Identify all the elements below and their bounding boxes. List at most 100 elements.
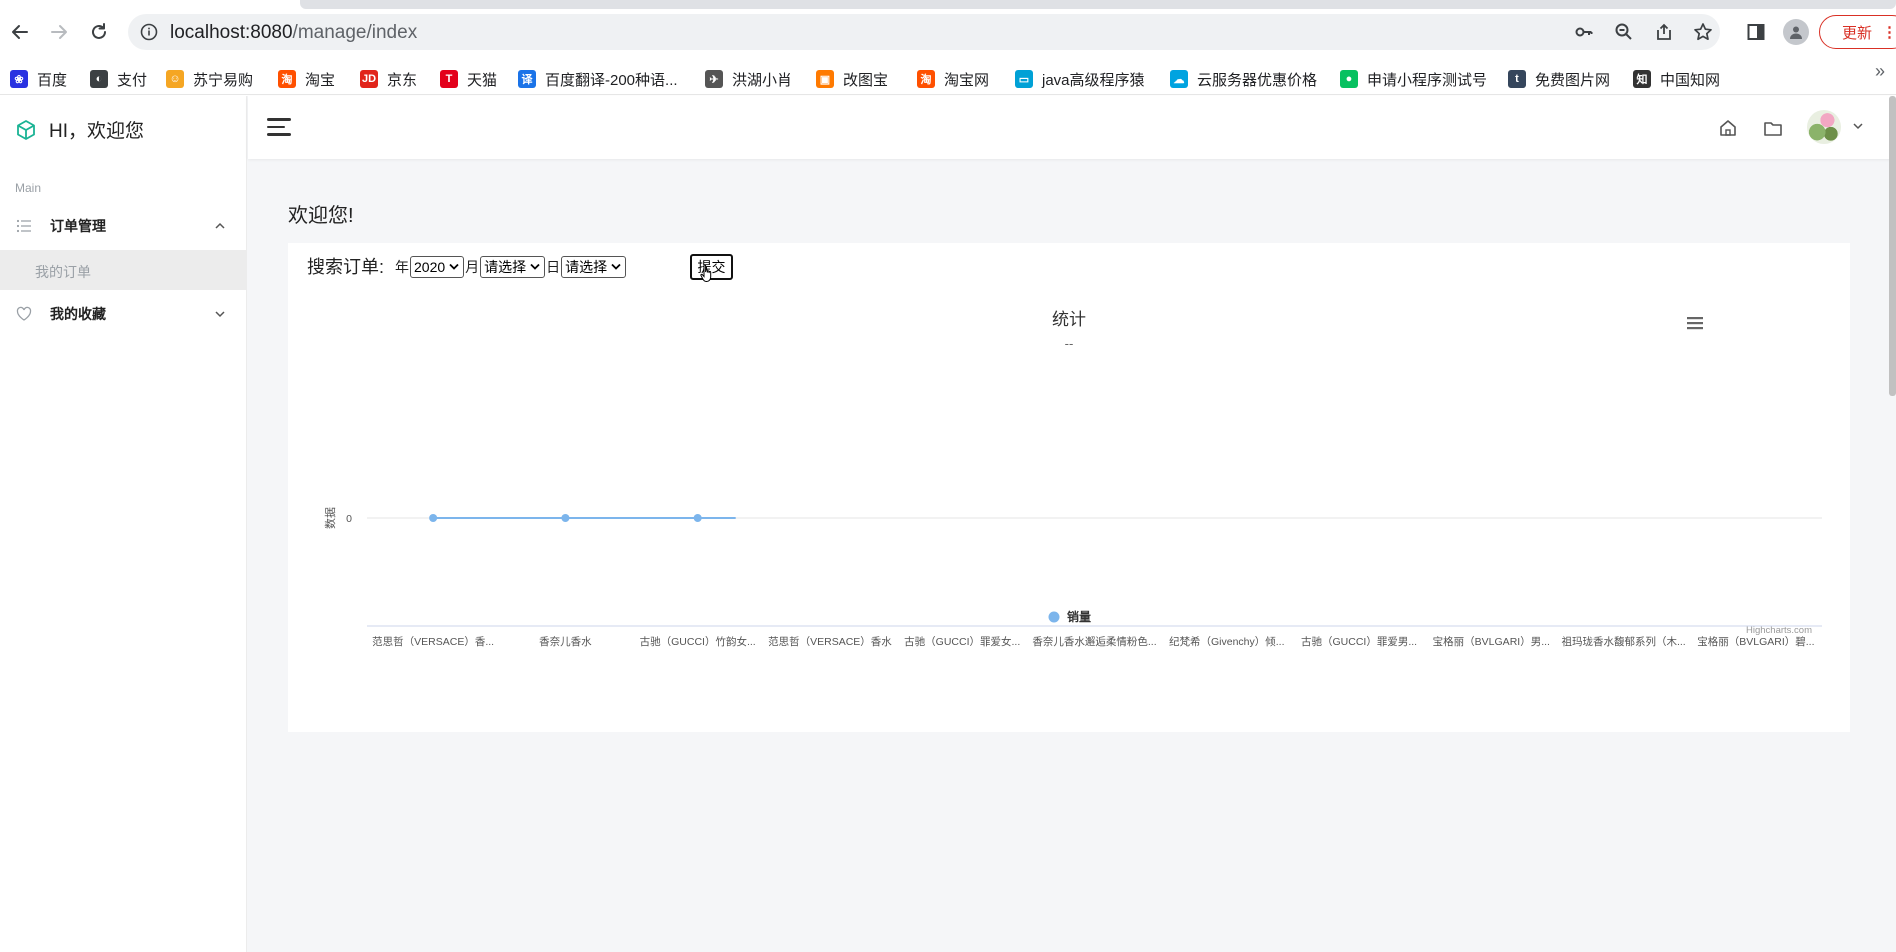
data-point[interactable] <box>693 514 702 522</box>
y-axis-label: 数据 <box>323 507 337 529</box>
zoom-icon[interactable] <box>1613 21 1635 43</box>
bookmark-label: 改图宝 <box>843 71 889 89</box>
profile-avatar-icon <box>1783 19 1809 45</box>
bookmark-item[interactable]: 知中国知网 <box>1633 68 1720 90</box>
chevron-up-icon <box>215 222 225 229</box>
bookmark-item[interactable]: ❀ 百度 <box>10 68 67 90</box>
x-tick-label: 古驰（GUCCI）竹韵女... <box>640 635 756 648</box>
bookmark-item[interactable]: ▣ 改图宝 <box>816 68 888 90</box>
brand-title: HI，欢迎您 <box>49 121 145 142</box>
gaitubao-icon: ▣ <box>816 70 834 88</box>
key-icon[interactable] <box>1573 21 1595 43</box>
bookmark-label: 云服务器优惠价格 <box>1197 71 1318 89</box>
bookmark-label: 百度翻译-200种语... <box>545 71 678 89</box>
sidebar-item-label: 我的收藏 <box>50 306 106 322</box>
chart-subtitle: -- <box>1065 336 1074 351</box>
x-tick-label: 香奈儿香水 <box>539 635 592 648</box>
bookmark-label: 免费图片网 <box>1535 71 1611 89</box>
chevron-down-icon[interactable] <box>1852 120 1864 132</box>
arrow-left-icon <box>12 25 28 39</box>
x-tick-label: 纪梵希（Givenchy）倾... <box>1169 635 1285 648</box>
cnki-icon: 知 <box>1633 70 1651 88</box>
top-header <box>248 96 1896 159</box>
bookmark-item[interactable]: ● 申请小程序测试号 <box>1340 68 1487 90</box>
side-panel-icon[interactable] <box>1742 18 1770 46</box>
sidebar-subitem-label: 我的订单 <box>35 264 91 280</box>
app-root: HI，欢迎您 Main 订单管理 我的订单 我的收藏 欢迎您! 搜索订单: 年 … <box>0 96 1896 952</box>
bookmark-label: 百度 <box>37 71 68 89</box>
translate-icon: 译 <box>518 70 536 88</box>
menu-toggle-icon[interactable] <box>267 118 291 136</box>
bookmark-item[interactable]: ✈ 洪湖小肖 <box>705 68 792 90</box>
x-tick-label: 宝格丽（BVLGARI）碧... <box>1697 635 1814 648</box>
bookmark-item[interactable]: 淘淘宝网 <box>917 68 989 90</box>
chevron-down-icon <box>215 311 225 318</box>
forward-button[interactable] <box>45 18 73 46</box>
x-tick-label: 范思哲（VERSACE）香... <box>372 635 494 648</box>
legend-item-label: 销量 <box>1067 609 1091 624</box>
update-button[interactable]: 更新 ⋮ <box>1819 15 1896 49</box>
bookmark-label: 支付 <box>117 71 148 89</box>
list-icon <box>16 219 31 233</box>
bookmarks-bar: ❀ 百度 ◐ 支付 ☺ 苏宁易购淘淘宝 JD 京东 T 天猫译百度翻译-200种语... ✈ 洪湖小肖… <box>0 61 1896 95</box>
sidebar-item-order-management[interactable]: 订单管理 <box>0 206 247 246</box>
bookmarks-overflow-icon[interactable]: » <box>1875 61 1885 82</box>
user-avatar[interactable] <box>1807 110 1841 144</box>
share-icon[interactable] <box>1653 21 1675 43</box>
address-bar[interactable]: localhost:8080/manage/index <box>128 14 1720 50</box>
chart-menu-icon[interactable] <box>1687 317 1703 330</box>
bookmark-item[interactable]: 淘淘宝 <box>278 68 335 90</box>
chart-credits[interactable]: Highcharts.com <box>1746 625 1812 636</box>
browser-toolbar: localhost:8080/manage/index 更新 ⋮ <box>0 0 1896 63</box>
bookmark-label: 洪湖小肖 <box>732 71 793 89</box>
sidebar: HI，欢迎您 Main 订单管理 我的订单 我的收藏 <box>0 96 247 952</box>
bookmark-item[interactable]: JD 京东 <box>360 68 417 90</box>
taobao-icon: 淘 <box>917 70 935 88</box>
wechat-icon: ● <box>1340 70 1358 88</box>
bookmark-label: 淘宝 <box>305 71 336 89</box>
home-icon[interactable] <box>1718 118 1738 138</box>
reload-icon <box>92 23 106 39</box>
sidebar-item-my-favorites[interactable]: 我的收藏 <box>0 294 247 334</box>
brand[interactable]: HI，欢迎您 <box>15 116 144 143</box>
bookmark-item[interactable]: ▭ java高级程序猿 <box>1015 68 1145 90</box>
chart-title: 统计 <box>1052 310 1086 329</box>
url-host: localhost:8080 <box>170 22 293 43</box>
tab-strip <box>300 0 1896 9</box>
page-scrollbar[interactable] <box>1889 96 1896 396</box>
reload-button[interactable] <box>85 18 113 46</box>
bookmark-item[interactable]: ☁ 云服务器优惠价格 <box>1170 68 1317 90</box>
url-text[interactable]: localhost:8080/manage/index <box>170 22 417 44</box>
profile-button[interactable] <box>1782 18 1810 46</box>
x-tick-label: 古驰（GUCCI）罪爱女... <box>904 635 1020 648</box>
sidebar-item-label: 订单管理 <box>50 218 106 234</box>
arrow-right-icon <box>51 25 67 39</box>
site-info-icon[interactable] <box>140 23 158 46</box>
bookmark-label: 淘宝网 <box>944 71 990 89</box>
bird-icon: ✈ <box>705 70 723 88</box>
sidebar-subitem-my-orders[interactable]: 我的订单 <box>0 250 247 290</box>
bookmark-item[interactable]: t 免费图片网 <box>1508 68 1610 90</box>
bookmark-label: java高级程序猿 <box>1042 71 1145 89</box>
bookmark-item[interactable]: ☺ 苏宁易购 <box>166 68 253 90</box>
x-tick-label: 古驰（GUCCI）罪爱男... <box>1301 635 1417 648</box>
data-point[interactable] <box>561 514 570 522</box>
x-tick-label: 范思哲（VERSACE）香水 <box>768 635 892 648</box>
bookmark-label: 京东 <box>387 71 418 89</box>
pay-icon: ◐ <box>90 70 108 88</box>
folder-icon[interactable] <box>1763 118 1783 138</box>
bookmark-item[interactable]: 译百度翻译-200种语... <box>518 68 678 90</box>
update-button-label: 更新 <box>1842 24 1873 42</box>
bookmark-star-icon[interactable] <box>1692 21 1714 43</box>
back-button[interactable] <box>6 18 34 46</box>
cube-icon <box>17 119 35 140</box>
x-tick-label: 宝格丽（BVLGARI）男... <box>1433 635 1550 648</box>
bookmark-label: 申请小程序测试号 <box>1367 71 1488 89</box>
chart-legend[interactable]: 销量 <box>1048 609 1092 624</box>
bookmark-item[interactable]: ◐ 支付 <box>90 68 147 90</box>
cloud-icon: ☁ <box>1170 70 1188 88</box>
data-point[interactable] <box>429 514 438 522</box>
order-card: 搜索订单: 年 2020 月 请选择 日 请选择 提交 统计 -- 0 数据 范思哲… <box>288 243 1850 732</box>
bookmark-item[interactable]: T 天猫 <box>440 68 497 90</box>
y-tick-label: 0 <box>346 513 352 525</box>
